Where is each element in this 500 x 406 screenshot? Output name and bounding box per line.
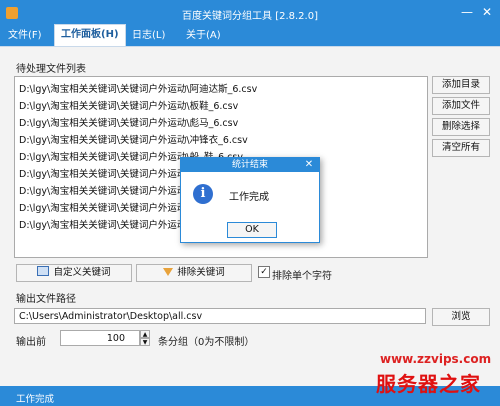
exclude-keywords-label: 排除关键词 [177, 267, 225, 278]
file-item[interactable]: D:\lgy\淘宝相关关键词\关键词户外运动\冲锋衣_6.csv [19, 132, 248, 146]
watermark-brand: 服务器之家 [376, 372, 481, 396]
close-button[interactable]: ✕ [478, 4, 496, 20]
clear-all-button[interactable]: 清空所有 [432, 139, 490, 157]
dialog-message: 工作完成 [229, 192, 269, 203]
spin-down-button[interactable]: ▼ [140, 338, 150, 346]
browse-button[interactable]: 浏览 [432, 308, 490, 326]
exclude-keywords-button[interactable]: 排除关键词 [136, 264, 252, 282]
output-count-input[interactable]: 100 [60, 330, 140, 346]
stats-dialog: 统计结束 ✕ i 工作完成 OK [180, 157, 320, 243]
dialog-body: i 工作完成 OK [181, 172, 319, 242]
add-directory-button[interactable]: 添加目录 [432, 76, 490, 94]
minimize-button[interactable]: — [458, 4, 476, 20]
file-item[interactable]: D:\lgy\淘宝相关关键词\关键词户外运动\ [19, 217, 190, 231]
window-title: 百度关键词分组工具 [2.8.2.0] [182, 11, 318, 22]
delete-selected-button[interactable]: 删除选择 [432, 118, 490, 136]
watermark-url: www.zzvips.com [380, 352, 492, 366]
pending-files-label: 待处理文件列表 [16, 64, 86, 75]
dialog-title: 统计结束 [181, 158, 319, 172]
menu-log[interactable]: 日志(L) [126, 26, 171, 46]
status-text: 工作完成 [16, 394, 55, 405]
menu-about[interactable]: 关于(A) [180, 26, 227, 46]
output-count-suffix: 条分组（0为不限制） [158, 337, 255, 348]
add-file-button[interactable]: 添加文件 [432, 97, 490, 115]
menu-work-panel[interactable]: 工作面板(H) [54, 24, 126, 47]
spin-up-button[interactable]: ▲ [140, 330, 150, 338]
output-count-label: 输出前 [16, 337, 46, 348]
menu-file[interactable]: 文件(F) [2, 26, 48, 46]
file-item[interactable]: D:\lgy\淘宝相关关键词\关键词户外运动\彪马_6.csv [19, 115, 238, 129]
menu-bar: 文件(F) 工作面板(H) 日志(L) 关于(A) [0, 24, 500, 47]
book-icon [37, 266, 50, 276]
dialog-close-button[interactable]: ✕ [303, 158, 315, 172]
title-bar: 百度关键词分组工具 [2.8.2.0] — ✕ [0, 0, 500, 26]
exclude-single-char-label: 排除单个字符 [272, 271, 332, 282]
dialog-ok-button[interactable]: OK [227, 222, 277, 238]
output-path-input[interactable]: C:\Users\Administrator\Desktop\all.csv [14, 308, 426, 324]
file-item[interactable]: D:\lgy\淘宝相关关键词\关键词户外运动\阿迪达斯_6.csv [19, 81, 257, 95]
file-item[interactable]: D:\lgy\淘宝相关关键词\关键词户外运动\ [19, 166, 190, 180]
exclude-single-char-checkbox[interactable]: ✓ [258, 266, 270, 278]
file-item[interactable]: D:\lgy\淘宝相关关键词\关键词户外运动\ [19, 200, 190, 214]
filter-icon [163, 268, 174, 276]
file-item[interactable]: D:\lgy\淘宝相关关键词\关键词户外运动\ [19, 183, 190, 197]
output-path-label: 输出文件路径 [16, 294, 76, 305]
info-icon: i [193, 184, 213, 204]
file-item[interactable]: D:\lgy\淘宝相关关键词\关键词户外运动\板鞋_6.csv [19, 98, 238, 112]
custom-keywords-label: 自定义关键词 [53, 267, 111, 278]
custom-keywords-button[interactable]: 自定义关键词 [16, 264, 132, 282]
